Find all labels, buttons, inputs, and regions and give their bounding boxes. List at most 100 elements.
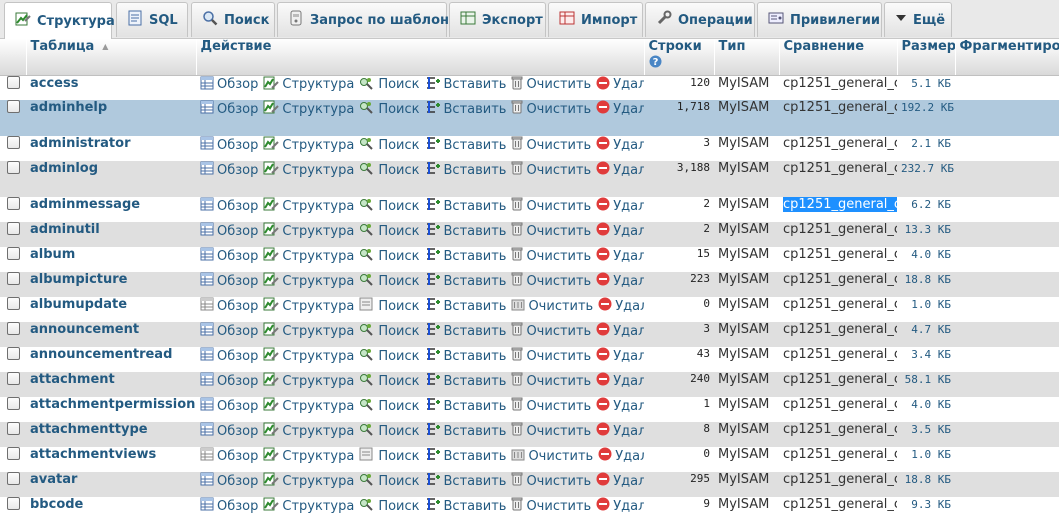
action-drop[interactable]: Удалить [596, 347, 644, 365]
table-overhead[interactable] [955, 161, 1059, 197]
action-search[interactable]: Поиск [359, 422, 420, 440]
action-search[interactable]: Поиск [359, 297, 420, 315]
table-size[interactable]: 4.7 КБ [897, 322, 955, 347]
table-size[interactable]: 4.0 КБ [897, 247, 955, 272]
table-name[interactable]: announcement [26, 322, 196, 347]
table-size[interactable]: 18.8 КБ [897, 272, 955, 297]
collation[interactable]: cp1251_general_ci [779, 397, 897, 422]
action-browse[interactable]: Обзор [200, 272, 258, 290]
collation[interactable]: cp1251_general_ci [779, 272, 897, 297]
table-overhead[interactable] [955, 247, 1059, 272]
row-checkbox[interactable] [6, 197, 20, 210]
table-size[interactable]: 1.0 КБ [897, 447, 955, 472]
row-checkbox[interactable] [6, 100, 20, 113]
table-name[interactable]: attachmentpermission [26, 397, 196, 422]
action-browse[interactable]: Обзор [200, 497, 258, 515]
action-drop[interactable]: Удалить [598, 447, 644, 465]
table-size[interactable]: 9.3 КБ [897, 497, 955, 516]
table-size[interactable]: 3.4 КБ [897, 347, 955, 372]
action-empty[interactable]: Очистить [511, 100, 591, 118]
action-search[interactable]: Поиск [359, 161, 420, 179]
action-structure[interactable]: Структура [263, 222, 354, 240]
action-browse[interactable]: Обзор [200, 100, 258, 118]
action-structure[interactable]: Структура [263, 422, 354, 440]
action-empty[interactable]: Очистить [511, 76, 591, 94]
action-empty[interactable]: Очистить [511, 197, 591, 215]
action-search[interactable]: Поиск [359, 372, 420, 390]
action-search[interactable]: Поиск [359, 497, 420, 515]
collation[interactable]: cp1251_general_ci [779, 222, 897, 247]
action-empty[interactable]: Очистить [511, 447, 593, 465]
action-structure[interactable]: Структура [263, 161, 354, 179]
row-checkbox[interactable] [6, 75, 20, 89]
table-name[interactable]: album [26, 247, 196, 272]
table-overhead[interactable] [955, 422, 1059, 447]
tab-6[interactable]: Операции [645, 2, 755, 37]
action-empty[interactable]: Очистить [511, 161, 591, 179]
action-drop[interactable]: Удалить [596, 247, 644, 265]
action-empty[interactable]: Очистить [511, 472, 591, 490]
table-name[interactable]: access [26, 75, 196, 100]
tab-8[interactable]: Ещё [884, 2, 952, 37]
action-insert[interactable]: Вставить [425, 497, 506, 515]
action-drop[interactable]: Удалить [596, 76, 644, 94]
table-name[interactable]: albumpicture [26, 272, 196, 297]
action-browse[interactable]: Обзор [200, 347, 258, 365]
table-name[interactable]: announcementread [26, 347, 196, 372]
action-structure[interactable]: Структура [263, 347, 354, 365]
action-empty[interactable]: Очистить [511, 497, 591, 515]
collation[interactable]: cp1251_general_ci [779, 497, 897, 516]
table-name[interactable]: administrator [26, 136, 196, 161]
action-drop[interactable]: Удалить [596, 161, 644, 179]
row-checkbox[interactable] [6, 447, 20, 460]
table-size[interactable]: 58.1 КБ [897, 372, 955, 397]
action-structure[interactable]: Структура [263, 136, 354, 154]
action-drop[interactable]: Удалить [598, 297, 644, 315]
action-insert[interactable]: Вставить [425, 76, 506, 94]
action-insert[interactable]: Вставить [425, 100, 506, 118]
action-drop[interactable]: Удалить [596, 136, 644, 154]
table-name[interactable]: bbcode [26, 497, 196, 516]
table-overhead[interactable] [955, 75, 1059, 100]
tab-3[interactable]: Запрос по шаблону [277, 2, 457, 37]
table-size[interactable]: 3.5 КБ [897, 422, 955, 447]
action-search[interactable]: Поиск [359, 347, 420, 365]
collation[interactable]: cp1251_general_ci [779, 75, 897, 100]
table-overhead[interactable] [955, 497, 1059, 516]
action-search[interactable]: Поиск [359, 222, 420, 240]
action-empty[interactable]: Очистить [511, 422, 591, 440]
action-structure[interactable]: Структура [263, 247, 354, 265]
action-browse[interactable]: Обзор [200, 297, 258, 315]
action-empty[interactable]: Очистить [511, 397, 591, 415]
table-size[interactable]: 192.2 КБ [897, 100, 955, 136]
action-structure[interactable]: Структура [263, 372, 354, 390]
column-header-size[interactable]: Размер [897, 39, 956, 76]
collation[interactable]: cp1251_general_ci [779, 422, 897, 447]
table-name[interactable]: adminutil [26, 222, 196, 247]
action-insert[interactable]: Вставить [425, 322, 506, 340]
action-structure[interactable]: Структура [263, 100, 354, 118]
collation[interactable]: cp1251_general_ci [779, 472, 897, 497]
table-size[interactable]: 4.0 КБ [897, 397, 955, 422]
collation[interactable]: cp1251_general_ci [779, 447, 897, 472]
action-drop[interactable]: Удалить [596, 497, 644, 515]
row-checkbox[interactable] [6, 161, 20, 174]
table-size[interactable]: 2.1 КБ [897, 136, 955, 161]
action-drop[interactable]: Удалить [596, 472, 644, 490]
action-insert[interactable]: Вставить [425, 447, 506, 465]
tab-7[interactable]: Привилегии [757, 2, 882, 37]
action-browse[interactable]: Обзор [200, 76, 258, 94]
action-search[interactable]: Поиск [359, 197, 420, 215]
row-checkbox[interactable] [6, 472, 20, 485]
action-drop[interactable]: Удалить [596, 272, 644, 290]
action-insert[interactable]: Вставить [425, 222, 506, 240]
table-overhead[interactable] [955, 397, 1059, 422]
action-drop[interactable]: Удалить [596, 197, 644, 215]
row-checkbox[interactable] [6, 422, 20, 435]
table-overhead[interactable] [955, 222, 1059, 247]
action-browse[interactable]: Обзор [200, 197, 258, 215]
tab-5[interactable]: Импорт [548, 2, 643, 37]
collation[interactable]: cp1251_general_ci [779, 100, 897, 136]
table-overhead[interactable] [955, 372, 1059, 397]
action-empty[interactable]: Очистить [511, 222, 591, 240]
